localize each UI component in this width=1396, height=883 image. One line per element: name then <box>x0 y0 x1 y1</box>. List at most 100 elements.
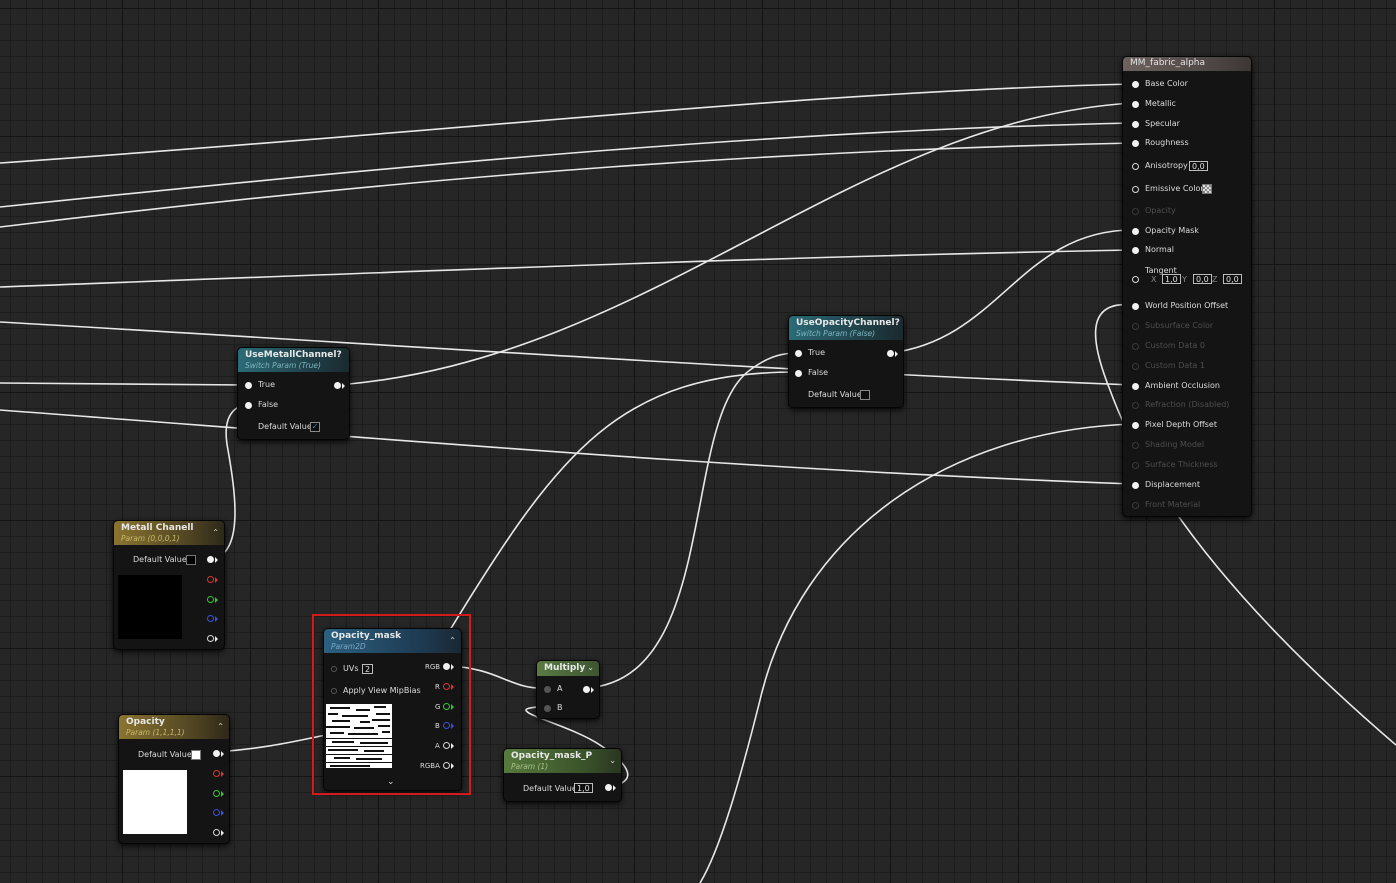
metall-chanell-r-pin[interactable] <box>207 576 214 583</box>
multiply-node[interactable]: Multiply ⌄ A B <box>536 660 600 719</box>
wire-rgb-to-false <box>449 371 798 631</box>
material-input-pin[interactable] <box>1132 121 1139 128</box>
metall-output-arrow <box>342 383 345 389</box>
wire-specular <box>0 122 1134 208</box>
opacity-param-default-label: Default Value <box>138 750 192 759</box>
opacity-param-rgb-pin[interactable] <box>213 750 220 757</box>
opacity-param-color-swatch[interactable] <box>191 750 201 760</box>
wire-displacement <box>0 409 1134 485</box>
material-input-pin[interactable] <box>1132 383 1139 390</box>
material-input-pin[interactable] <box>1132 140 1139 147</box>
use-metall-channel-header[interactable]: UseMetallChannel? Switch Param (True) <box>238 348 349 372</box>
material-input-pin[interactable] <box>1132 247 1139 254</box>
material-input-pin[interactable] <box>1132 276 1139 283</box>
metall-chanell-g-pin[interactable] <box>207 596 214 603</box>
multiply-header[interactable]: Multiply ⌄ <box>537 661 599 676</box>
material-pin-label: Base Color <box>1145 79 1188 88</box>
metall-chanell-b-pin[interactable] <box>207 615 214 622</box>
metall-chanell-title: Metall Chanell <box>121 523 194 533</box>
opacity-switch-default-checkbox[interactable] <box>860 390 870 400</box>
opacity-param-node[interactable]: Opacity Param (1,1,1,1) ⌃ Default Value <box>118 714 230 844</box>
opacity-mask-p-subtitle: Param (1) <box>511 762 549 771</box>
metall-chanell-rgb-arrow <box>215 557 218 563</box>
metall-chanell-r-arrow <box>215 577 218 583</box>
metall-default-checkbox[interactable]: ✓ <box>310 422 320 432</box>
material-pin-label: Opacity <box>1145 206 1176 215</box>
tangent-z-field[interactable]: 0,0 <box>1223 274 1242 284</box>
material-input-pin[interactable] <box>1132 323 1139 330</box>
metall-chanell-a-arrow <box>215 636 218 642</box>
chevron-down-icon[interactable]: ⌄ <box>609 756 616 765</box>
chevron-down-icon[interactable]: ⌄ <box>587 663 594 672</box>
material-pin-label: Custom Data 1 <box>1145 361 1205 370</box>
emissive-color-swatch[interactable] <box>1202 184 1212 194</box>
material-pin-label: World Position Offset <box>1145 301 1229 310</box>
metall-output-pin[interactable] <box>334 382 341 389</box>
material-input-pin[interactable] <box>1132 442 1139 449</box>
opacity-true-input-pin[interactable] <box>795 350 802 357</box>
metall-chanell-header[interactable]: Metall Chanell Param (0,0,0,1) ⌃ <box>114 521 224 545</box>
use-opacity-channel-title: UseOpacityChannel? <box>796 318 900 328</box>
tangent-y-field[interactable]: 0,0 <box>1193 274 1212 284</box>
opacity-param-b-pin[interactable] <box>213 809 220 816</box>
tangent-x-field[interactable]: 1,0 <box>1162 274 1181 284</box>
use-metall-channel-node[interactable]: UseMetallChannel? Switch Param (True) Tr… <box>237 347 350 440</box>
material-node-title: MM_fabric_alpha <box>1130 58 1206 68</box>
multiply-a-input-pin[interactable] <box>544 686 551 693</box>
metall-chanell-rgb-pin[interactable] <box>207 556 214 563</box>
opacity-mask-p-value-field[interactable]: 1,0 <box>574 783 593 793</box>
material-input-pin[interactable] <box>1132 422 1139 429</box>
material-pin-label: Opacity Mask <box>1145 226 1199 235</box>
material-output-node[interactable]: MM_fabric_alpha Base Color Metallic Specul… <box>1122 56 1252 517</box>
material-node-header[interactable]: MM_fabric_alpha <box>1123 57 1251 71</box>
metall-chanell-a-pin[interactable] <box>207 635 214 642</box>
opacity-mask-p-output-arrow <box>613 785 616 791</box>
metall-chanell-color-swatch[interactable] <box>186 555 196 565</box>
material-pin-label: Ambient Occlusion <box>1145 381 1220 390</box>
material-input-pin[interactable] <box>1132 81 1139 88</box>
use-opacity-channel-header[interactable]: UseOpacityChannel? Switch Param (False) <box>789 316 903 340</box>
wire-base-color <box>0 83 1134 164</box>
material-input-pin[interactable] <box>1132 101 1139 108</box>
opacity-mask-p-default-label: Default Value <box>523 784 577 793</box>
material-input-pin[interactable] <box>1132 402 1139 409</box>
collapse-chevron-icon[interactable]: ⌃ <box>217 722 224 731</box>
wire-opacity-switch-to-mask <box>889 229 1134 354</box>
opacity-mask-p-node[interactable]: Opacity_mask_P Param (1) ⌄ Default Value… <box>503 748 622 802</box>
metall-chanell-node[interactable]: Metall Chanell Param (0,0,0,1) ⌃ Default… <box>113 520 225 650</box>
anisotropy-value-field[interactable]: 0,0 <box>1189 161 1208 171</box>
opacity-param-r-pin[interactable] <box>213 770 220 777</box>
opacity-param-header[interactable]: Opacity Param (1,1,1,1) ⌃ <box>119 715 229 739</box>
wire-roughness <box>0 142 1134 228</box>
material-input-pin[interactable] <box>1132 363 1139 370</box>
material-input-pin[interactable] <box>1132 208 1139 215</box>
opacity-param-b-arrow <box>221 810 224 816</box>
metall-true-input-pin[interactable] <box>245 382 252 389</box>
use-opacity-channel-node[interactable]: UseOpacityChannel? Switch Param (False) … <box>788 315 904 408</box>
material-input-pin[interactable] <box>1132 502 1139 509</box>
opacity-param-g-pin[interactable] <box>213 790 220 797</box>
material-input-pin[interactable] <box>1132 228 1139 235</box>
opacity-false-input-pin[interactable] <box>795 370 802 377</box>
multiply-b-input-pin[interactable] <box>544 705 551 712</box>
use-opacity-channel-subtitle: Switch Param (False) <box>796 329 876 338</box>
opacity-param-rgb-arrow <box>221 751 224 757</box>
wire-true-metall <box>0 382 249 386</box>
material-input-pin[interactable] <box>1132 163 1139 170</box>
opacity-param-a-pin[interactable] <box>213 829 220 836</box>
material-input-pin[interactable] <box>1132 482 1139 489</box>
metall-false-input-pin[interactable] <box>245 402 252 409</box>
material-pin-label: Emissive Color <box>1145 184 1204 193</box>
material-input-pin[interactable] <box>1132 186 1139 193</box>
opacity-mask-p-output-pin[interactable] <box>605 784 612 791</box>
opacity-switch-output-pin[interactable] <box>887 350 894 357</box>
multiply-output-pin[interactable] <box>583 686 590 693</box>
multiply-b-label: B <box>557 703 563 712</box>
opacity-param-r-arrow <box>221 771 224 777</box>
collapse-chevron-icon[interactable]: ⌃ <box>212 528 219 537</box>
opacity-param-g-arrow <box>221 791 224 797</box>
material-input-pin[interactable] <box>1132 303 1139 310</box>
material-input-pin[interactable] <box>1132 462 1139 469</box>
material-input-pin[interactable] <box>1132 343 1139 350</box>
opacity-mask-p-header[interactable]: Opacity_mask_P Param (1) ⌄ <box>504 749 621 773</box>
